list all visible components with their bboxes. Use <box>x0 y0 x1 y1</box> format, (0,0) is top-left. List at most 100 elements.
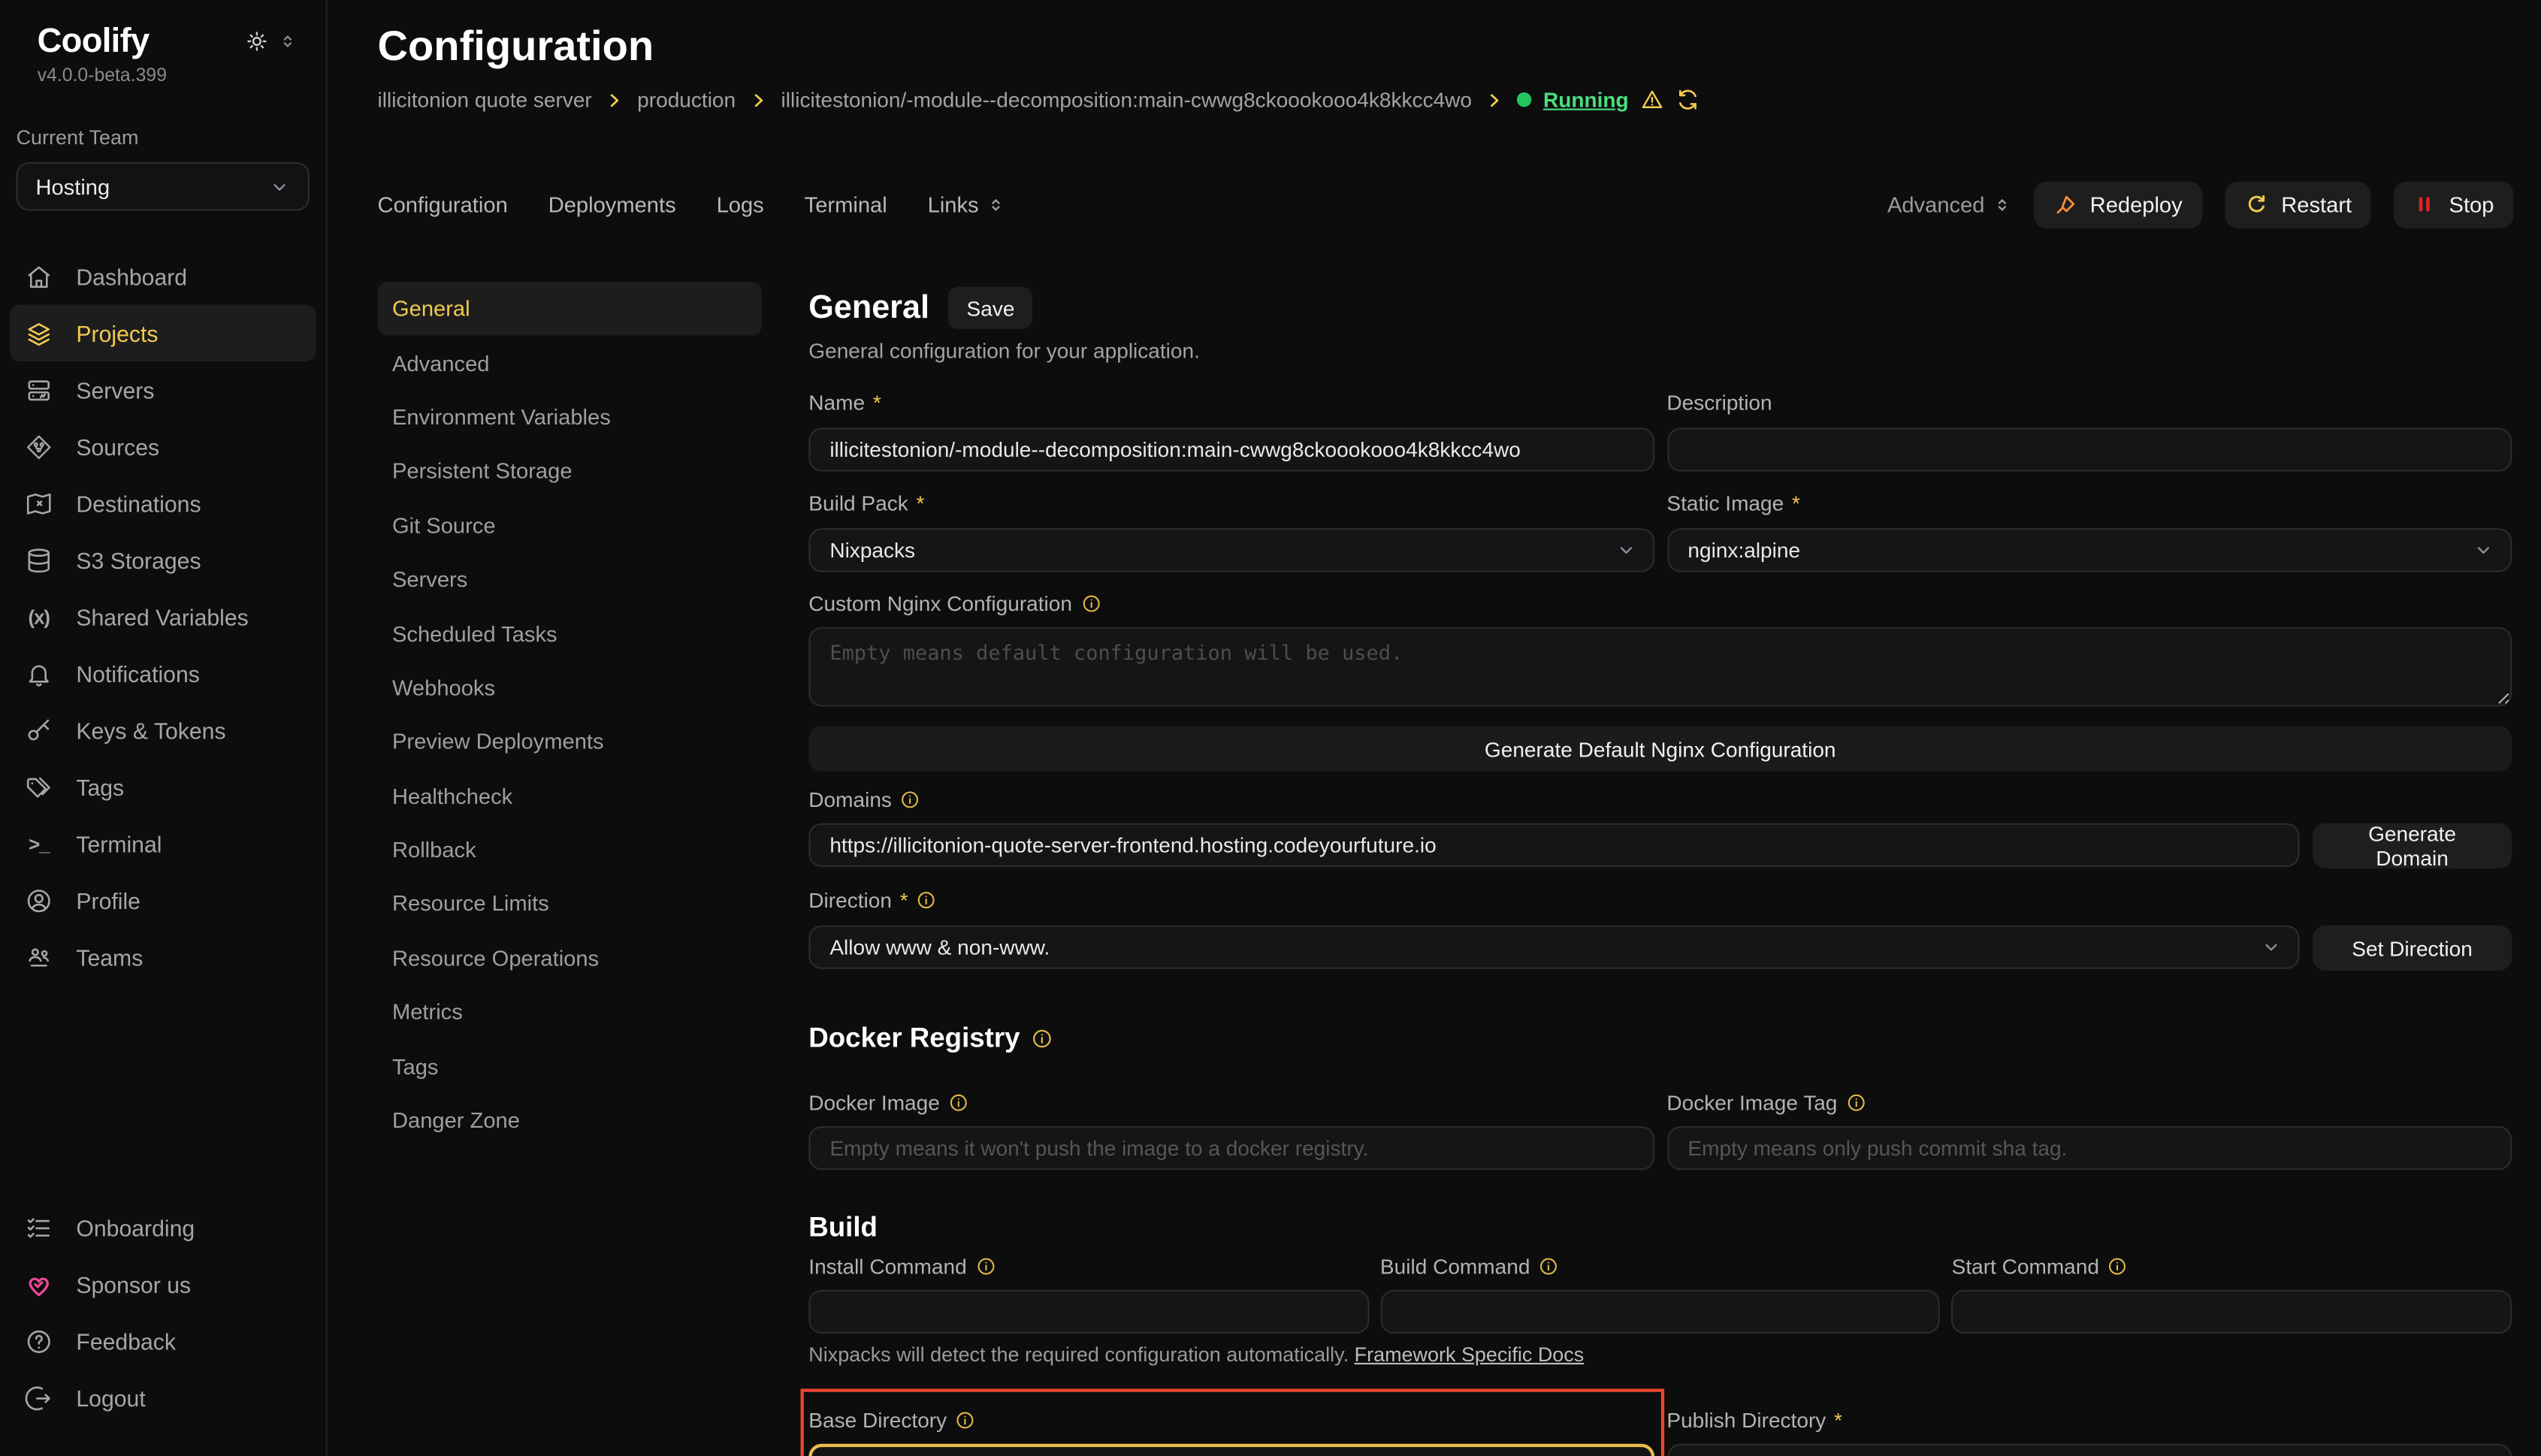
team-select[interactable]: Hosting <box>17 162 310 211</box>
subnav-git-source[interactable]: Git Source <box>378 498 762 552</box>
sidebar-item-feedback[interactable]: Feedback <box>10 1313 316 1369</box>
info-icon[interactable] <box>2107 1256 2129 1277</box>
coolify-app: Coolify v4.0.0-beta.399 Current Team Hos… <box>0 0 2541 1456</box>
subnav-general[interactable]: General <box>378 282 762 336</box>
generate-nginx-button[interactable]: Generate Default Nginx Configuration <box>808 726 2512 771</box>
domains-input[interactable] <box>808 823 2299 867</box>
name-input[interactable] <box>808 427 1654 471</box>
app-version: v4.0.0-beta.399 <box>38 66 326 86</box>
build-pack-select[interactable]: Nixpacks <box>808 528 1654 572</box>
team-select-value: Hosting <box>35 174 110 198</box>
sidebar-item-destinations[interactable]: Destinations <box>10 475 316 531</box>
advanced-dropdown[interactable]: Advanced <box>1887 192 2011 216</box>
refresh-icon[interactable] <box>1675 87 1700 111</box>
description-input[interactable] <box>1666 427 2512 471</box>
start-command-input[interactable] <box>1952 1290 2512 1334</box>
tab-deployments[interactable]: Deployments <box>548 192 676 216</box>
layers-icon <box>24 319 53 348</box>
section-title: General <box>808 289 929 327</box>
subnav-advanced[interactable]: Advanced <box>378 336 762 390</box>
restart-button[interactable]: Restart <box>2225 180 2371 228</box>
sidebar-item-shared-variables[interactable]: (x) Shared Variables <box>10 588 316 645</box>
docker-image-input[interactable] <box>808 1126 1654 1170</box>
bell-icon <box>24 659 53 688</box>
breadcrumb-application[interactable]: illicitestonion/-module--decomposition:m… <box>781 87 1473 111</box>
sidebar-item-logout[interactable]: Logout <box>10 1370 316 1426</box>
subnav-environment-variables[interactable]: Environment Variables <box>378 390 762 444</box>
static-image-select[interactable]: nginx:alpine <box>1666 528 2512 572</box>
subnav-preview-deployments[interactable]: Preview Deployments <box>378 714 762 769</box>
current-team-label: Current Team <box>17 126 310 149</box>
sidebar-item-teams[interactable]: Teams <box>10 929 316 985</box>
logout-icon <box>24 1383 53 1412</box>
sidebar-item-sponsor-us[interactable]: Sponsor us <box>10 1256 316 1313</box>
framework-docs-link[interactable]: Framework Specific Docs <box>1355 1343 1585 1366</box>
restart-icon <box>2244 192 2268 216</box>
subnav-persistent-storage[interactable]: Persistent Storage <box>378 444 762 498</box>
docker-image-label: Docker Image <box>808 1091 940 1115</box>
sun-icon <box>245 29 269 53</box>
stop-button[interactable]: Stop <box>2394 180 2513 228</box>
info-icon[interactable] <box>1080 593 1101 614</box>
sidebar-item-profile[interactable]: Profile <box>10 871 316 928</box>
subnav-danger-zone[interactable]: Danger Zone <box>378 1094 762 1148</box>
build-section-title: Build <box>808 1212 878 1244</box>
sidebar-item-dashboard[interactable]: Dashboard <box>10 248 316 304</box>
tab-terminal[interactable]: Terminal <box>805 192 887 216</box>
publish-directory-input[interactable] <box>1666 1444 2512 1456</box>
sidebar-item-projects[interactable]: Projects <box>10 304 316 361</box>
tab-logs[interactable]: Logs <box>717 192 764 216</box>
sidebar-item-sources[interactable]: Sources <box>10 418 316 474</box>
sidebar-item-label: Sponsor us <box>76 1271 191 1297</box>
sidebar-item-keys-tokens[interactable]: Keys & Tokens <box>10 702 316 758</box>
sidebar-item-notifications[interactable]: Notifications <box>10 645 316 701</box>
build-command-input[interactable] <box>1380 1290 1941 1334</box>
tab-configuration[interactable]: Configuration <box>378 192 508 216</box>
subnav-webhooks[interactable]: Webhooks <box>378 660 762 714</box>
info-icon[interactable] <box>916 890 937 911</box>
sidebar-item-terminal[interactable]: >_ Terminal <box>10 815 316 871</box>
info-icon[interactable] <box>974 1256 996 1277</box>
sidebar-item-label: Terminal <box>76 830 162 856</box>
breadcrumb-environment[interactable]: production <box>637 87 736 111</box>
subnav-rollback[interactable]: Rollback <box>378 823 762 878</box>
breadcrumb-project[interactable]: illicitonion quote server <box>378 87 592 111</box>
build-command-label: Build Command <box>1380 1254 1530 1278</box>
redeploy-button[interactable]: Redeploy <box>2033 180 2201 228</box>
install-command-input[interactable] <box>808 1290 1369 1334</box>
warning-icon[interactable] <box>1640 87 1664 111</box>
direction-label: Direction <box>808 888 892 912</box>
subnav-resource-limits[interactable]: Resource Limits <box>378 878 762 932</box>
info-icon[interactable] <box>948 1092 969 1113</box>
sidebar-item-tags[interactable]: Tags <box>10 758 316 814</box>
sidebar-item-onboarding[interactable]: Onboarding <box>10 1199 316 1255</box>
tab-links[interactable]: Links <box>928 192 1005 216</box>
subnav-servers[interactable]: Servers <box>378 552 762 606</box>
subnav-tags[interactable]: Tags <box>378 1040 762 1094</box>
required-asterisk: * <box>873 391 881 415</box>
info-icon[interactable] <box>1845 1092 1866 1113</box>
tags-icon <box>24 772 53 802</box>
direction-select[interactable]: Allow www & non-www. <box>808 926 2299 969</box>
subnav-healthcheck[interactable]: Healthcheck <box>378 769 762 823</box>
info-icon[interactable] <box>1538 1256 1559 1277</box>
chevron-right-icon <box>748 90 768 110</box>
sidebar-item-servers[interactable]: Servers <box>10 361 316 418</box>
updown-chevron-icon <box>1993 194 2011 215</box>
subnav-metrics[interactable]: Metrics <box>378 986 762 1040</box>
docker-image-tag-input[interactable] <box>1666 1126 2512 1170</box>
base-directory-input[interactable] <box>808 1444 1654 1456</box>
status-running-link[interactable]: Running <box>1543 87 1629 111</box>
info-icon[interactable] <box>955 1410 976 1431</box>
info-icon[interactable] <box>1032 1027 1054 1050</box>
subnav-resource-operations[interactable]: Resource Operations <box>378 932 762 986</box>
save-button[interactable]: Save <box>949 287 1032 329</box>
subnav-scheduled-tasks[interactable]: Scheduled Tasks <box>378 606 762 660</box>
sidebar-item-s3-storages[interactable]: S3 Storages <box>10 531 316 588</box>
theme-switcher[interactable] <box>245 29 297 53</box>
generate-domain-button[interactable]: Generate Domain <box>2313 823 2512 868</box>
nginx-config-textarea[interactable] <box>808 627 2512 707</box>
info-icon[interactable] <box>900 789 921 810</box>
set-direction-button[interactable]: Set Direction <box>2313 926 2512 971</box>
redeploy-icon <box>2053 192 2077 216</box>
